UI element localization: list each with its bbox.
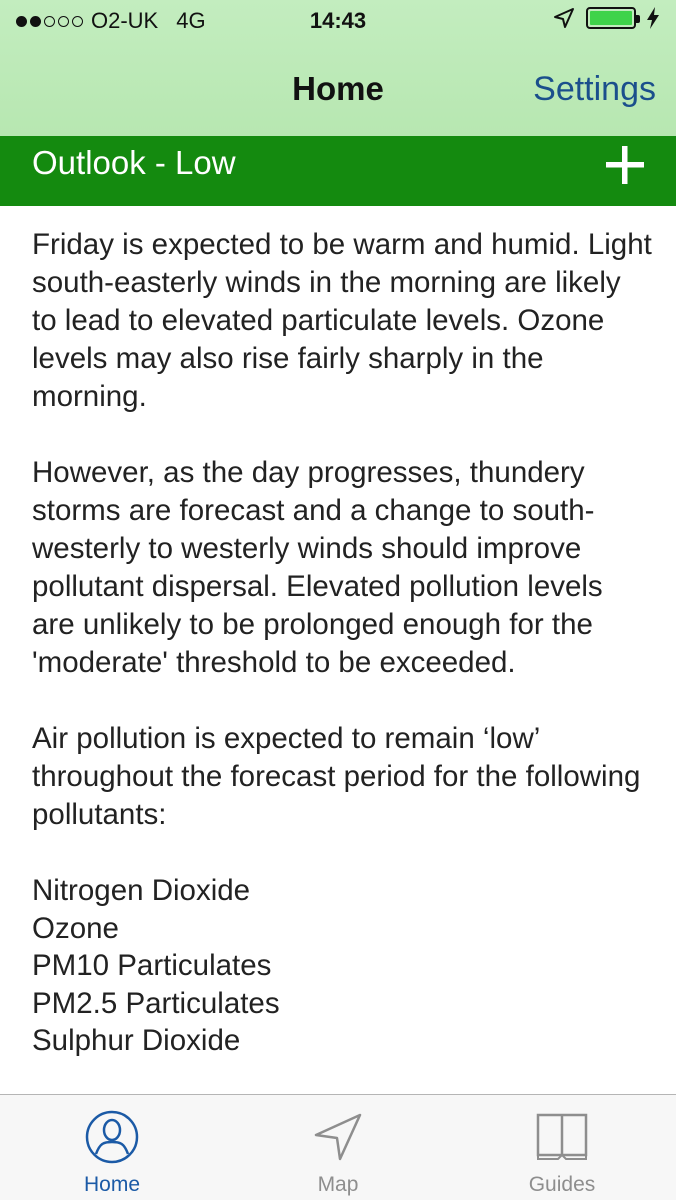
status-right — [552, 6, 660, 30]
tab-guides-label: Guides — [528, 1173, 596, 1196]
tab-map-label: Map — [317, 1173, 359, 1196]
navigation-bar: Home Settings — [0, 40, 676, 136]
forecast-paragraph: Air pollution is expected to remain ‘low… — [32, 722, 641, 831]
person-icon — [85, 1110, 139, 1164]
settings-button[interactable]: Settings — [533, 70, 656, 109]
forecast-paragraph: Friday is expected to be warm and humid.… — [32, 228, 652, 413]
tab-home-label: Home — [83, 1173, 141, 1196]
pollutant-item: Sulphur Dioxide — [32, 1024, 241, 1057]
tab-bar: Home Map Guides — [0, 1094, 676, 1200]
battery-tip — [636, 15, 640, 23]
pollutant-item: Ozone — [32, 911, 119, 945]
outlook-label: Outlook - Low — [32, 144, 236, 181]
pollutant-item: PM10 Particulates — [32, 949, 272, 982]
tab-map[interactable]: Map — [258, 1095, 418, 1200]
pollutant-item: Nitrogen Dioxide — [32, 874, 251, 907]
plus-icon — [606, 146, 644, 184]
battery-icon — [586, 7, 640, 29]
battery-fill — [590, 11, 632, 25]
forecast-paragraph: However, as the day progresses, thundery… — [32, 456, 603, 679]
pollutant-item: PM2.5 Particulates — [32, 986, 280, 1020]
navigation-arrow-icon — [314, 1113, 362, 1161]
book-icon — [536, 1113, 588, 1160]
location-arrow-icon — [554, 8, 574, 28]
tab-home[interactable]: Home — [32, 1095, 192, 1200]
lightning-bolt-icon — [647, 7, 659, 29]
header-background: O2-UK 4G 14:43 Home Settings — [0, 0, 676, 136]
forecast-content: Friday is expected to be warm and humid.… — [32, 226, 652, 1094]
expand-button[interactable] — [602, 142, 648, 188]
status-bar: O2-UK 4G 14:43 — [0, 0, 676, 40]
outlook-banner[interactable]: Outlook - Low — [0, 136, 676, 206]
tab-guides[interactable]: Guides — [482, 1095, 642, 1200]
pollutant-list: Nitrogen Dioxide Ozone PM10 Particulates… — [32, 872, 652, 1060]
